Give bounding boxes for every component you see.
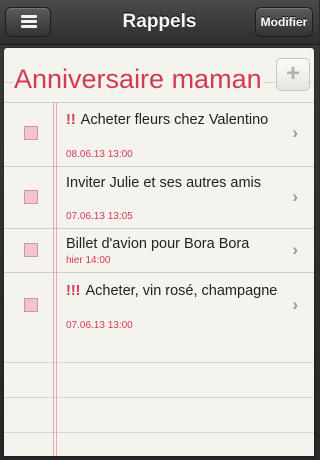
list-title: Anniversaire maman — [14, 64, 262, 95]
checkbox[interactable] — [24, 298, 38, 312]
reminder-text: Inviter Julie et ses autres amis — [66, 173, 281, 193]
reminder-row[interactable]: Billet d'avion pour Bora Bora hier 14:00… — [4, 228, 314, 272]
reminder-title: Billet d'avion pour Bora Bora — [66, 236, 250, 252]
reminder-title: Inviter Julie et ses autres amis — [66, 175, 262, 191]
reminder-date: 07.06.13 13:05 — [66, 211, 133, 222]
reminder-list-sheet: Anniversaire maman + !! Acheter fleurs ch… — [4, 48, 314, 456]
reminder-date: 08.06.13 13:00 — [66, 149, 133, 160]
priority-marker: !!! — [66, 283, 81, 299]
chevron-right-icon[interactable]: › — [292, 240, 298, 260]
reminder-date: hier 14:00 — [66, 255, 111, 266]
reminder-text: !! Acheter fleurs chez Valentino — [66, 110, 281, 130]
chevron-right-icon[interactable]: › — [292, 295, 298, 315]
edit-button[interactable]: Modifier — [255, 7, 313, 37]
reminder-title: Acheter, vin rosé, champagne — [85, 283, 278, 299]
priority-marker: !! — [66, 112, 76, 128]
add-reminder-button[interactable]: + — [276, 58, 310, 91]
reminder-title: Acheter fleurs chez Valentino — [80, 112, 269, 128]
reminder-row[interactable]: !!! Acheter, vin rosé, champagne 07.06.13… — [4, 272, 314, 336]
navigation-bar: Rappels Modifier — [0, 0, 319, 45]
reminder-text: !!! Acheter, vin rosé, champagne — [66, 281, 281, 301]
checkbox[interactable] — [24, 243, 38, 257]
reminder-text: Billet d'avion pour Bora Bora — [66, 234, 281, 254]
reminders-screen: Rappels Modifier Anniversaire maman + !!… — [0, 0, 319, 460]
reminder-row[interactable]: Inviter Julie et ses autres amis 07.06.1… — [4, 166, 314, 228]
checkbox[interactable] — [24, 126, 38, 140]
reminder-date: 07.06.13 13:00 — [66, 320, 133, 331]
chevron-right-icon[interactable]: › — [292, 187, 298, 207]
chevron-right-icon[interactable]: › — [292, 123, 298, 143]
reminder-row[interactable]: !! Acheter fleurs chez Valentino 08.06.13… — [4, 102, 314, 166]
margin-line — [53, 102, 57, 456]
checkbox[interactable] — [24, 190, 38, 204]
